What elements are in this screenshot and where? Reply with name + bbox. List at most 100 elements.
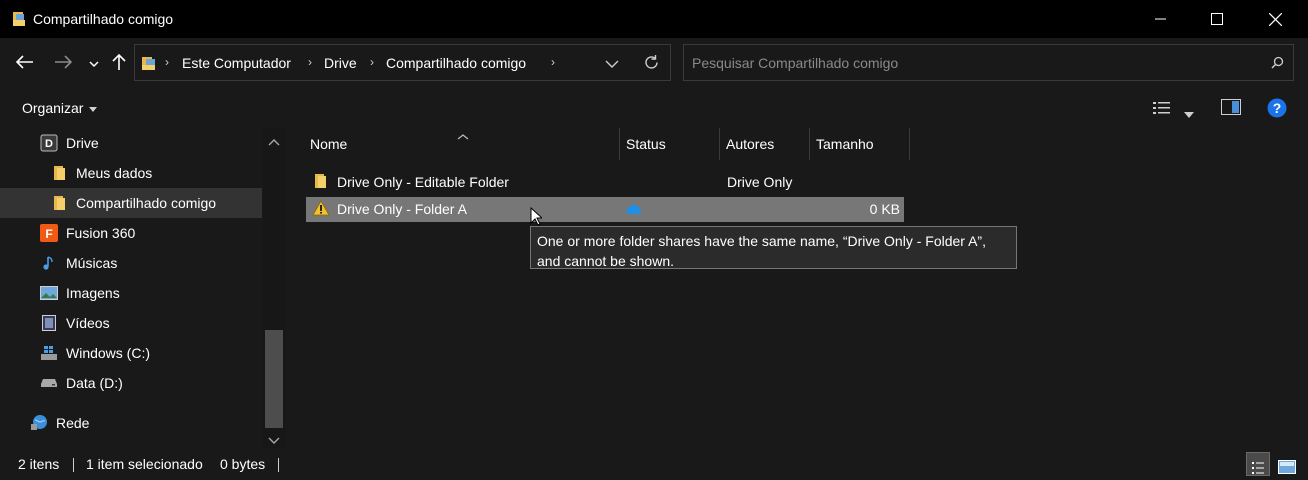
sidebar-item-meus-dados[interactable]: Meus dados [50,158,260,188]
column-header-name[interactable]: Nome [304,128,620,160]
address-history-dropdown[interactable] [605,56,619,72]
shared-folder-icon [50,194,68,212]
videos-icon [40,314,58,332]
folder-icon [312,173,328,192]
svg-text:?: ? [1273,100,1282,116]
column-header-size[interactable]: Tamanho [810,128,910,160]
sidebar-item-musicas[interactable]: Músicas [40,248,260,278]
up-arrow-icon [112,53,126,74]
caret-down-icon [89,106,98,112]
column-header-label: Nome [310,136,348,152]
tooltip-line: and cannot be shown. [537,253,674,269]
refresh-icon[interactable] [643,54,660,74]
column-header-label: Status [626,136,666,152]
search-icon[interactable] [1271,56,1284,72]
file-authors: Drive Only [727,174,793,190]
sidebar-item-label: Compartilhado comigo [76,195,217,211]
tooltip-line: One or more folder shares have the same … [537,233,986,249]
drive-app-icon: D [40,134,58,152]
table-row[interactable]: Drive Only - Editable Folder Drive Only [306,170,904,195]
sidebar-item-label: Vídeos [66,315,110,331]
breadcrumb-compartilhado-comigo[interactable]: Compartilhado comigo [386,55,526,71]
sidebar-item-drive[interactable]: D Drive [40,128,260,158]
large-icons-view-button[interactable] [1275,452,1299,476]
minimize-button[interactable] [1132,0,1190,38]
column-header-status[interactable]: Status [620,128,720,160]
scroll-up-icon[interactable] [268,133,280,149]
window-title: Compartilhado comigo [33,11,174,27]
sidebar-item-data-d[interactable]: Data (D:) [40,368,260,398]
scroll-down-icon[interactable] [268,432,280,448]
command-bar: Organizar ? [0,88,1308,128]
address-bar[interactable]: › Este Computador › Drive › Compartilhad… [134,44,671,81]
address-row: › Este Computador › Drive › Compartilhad… [0,38,1308,88]
windows-drive-icon [40,344,58,362]
table-row[interactable]: Drive Only - Folder A 0 KB [306,197,904,222]
organize-button[interactable]: Organizar [22,100,98,116]
pictures-icon [40,284,58,302]
search-input[interactable] [692,53,1252,73]
network-icon [30,414,48,432]
file-name: Drive Only - Folder A [337,201,467,217]
up-button[interactable] [108,52,130,74]
sidebar-item-label: Rede [56,415,90,431]
tooltip: One or more folder shares have the same … [530,226,1017,269]
organize-label: Organizar [22,100,84,116]
details-view-button[interactable] [1246,452,1270,476]
view-options-dropdown[interactable] [1184,105,1194,121]
sidebar-item-label: Drive [66,135,99,151]
details-view-icon [1152,102,1172,119]
explorer-folder-icon [12,11,26,27]
status-bar: 2 itens 1 item selecionado 0 bytes [0,448,1308,480]
large-icons-view-icon [1278,460,1296,477]
column-header-authors[interactable]: Autores [720,128,810,160]
mouse-pointer-icon [530,206,544,229]
file-name: Drive Only - Editable Folder [337,174,509,190]
column-header-label: Tamanho [816,136,874,152]
sidebar-item-windows-c[interactable]: Windows (C:) [40,338,260,368]
column-header-label: Autores [726,136,775,152]
back-button[interactable] [14,52,36,74]
location-folder-icon [141,55,157,71]
scrollbar-thumb[interactable] [265,330,283,428]
breadcrumb-este-computador[interactable]: Este Computador [182,55,291,71]
navigation-pane: D Drive Meus dados Compartilhado comigo … [0,128,285,448]
breadcrumb-separator-icon[interactable]: › [370,55,374,69]
help-button[interactable]: ? [1267,98,1287,121]
close-button[interactable] [1246,0,1304,38]
breadcrumb-separator-icon[interactable]: › [551,55,555,69]
breadcrumb-drive[interactable]: Drive [324,55,357,71]
item-count: 2 itens [18,456,60,472]
forward-arrow-icon [54,54,73,72]
sidebar-item-compartilhado-comigo[interactable]: Compartilhado comigo [0,188,262,218]
breadcrumb-separator-icon[interactable]: › [308,55,312,69]
forward-button[interactable] [52,52,74,74]
svg-text:F: F [45,227,52,241]
search-box [683,44,1294,81]
maximize-button[interactable] [1188,0,1246,38]
preview-pane-button[interactable] [1221,99,1241,118]
folder-icon [50,164,68,182]
back-arrow-icon [15,54,34,72]
chevron-down-icon [89,55,99,71]
sidebar-item-rede[interactable]: Rede [30,408,260,438]
sidebar-item-label: Windows (C:) [66,345,151,361]
selection-count: 1 item selecionado [86,456,203,472]
sidebar-item-fusion-360[interactable]: F Fusion 360 [40,218,260,248]
sidebar-item-videos[interactable]: Vídeos [40,308,260,338]
status-divider [278,458,279,472]
change-view-button[interactable] [1152,100,1172,119]
sidebar-item-imagens[interactable]: Imagens [40,278,260,308]
music-icon [40,254,58,272]
navigation-scrollbar[interactable] [263,128,285,448]
recent-locations-button[interactable] [83,52,105,74]
fusion-app-icon: F [40,224,58,242]
warning-icon [312,200,330,219]
selection-size: 0 bytes [220,456,266,472]
sidebar-item-label: Data (D:) [66,375,123,391]
sidebar-item-label: Fusion 360 [66,225,136,241]
file-size: 0 KB [869,201,900,217]
breadcrumb-separator-icon[interactable]: › [165,55,169,69]
help-icon: ? [1267,98,1287,121]
sidebar-item-label: Meus dados [76,165,153,181]
